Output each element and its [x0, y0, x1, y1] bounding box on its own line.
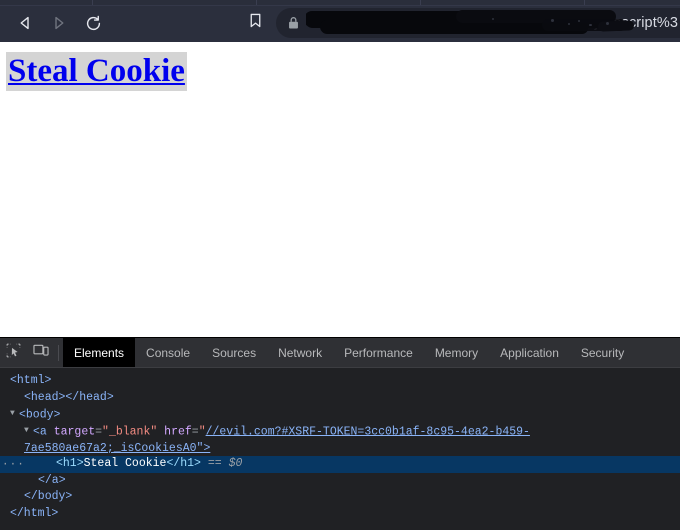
tab-elements[interactable]: Elements [63, 338, 136, 367]
toolbar-divider [58, 344, 59, 361]
inspect-element-button[interactable] [0, 338, 27, 367]
dom-node-html-close[interactable]: </html> [0, 506, 680, 523]
dom-tag-text: <html> [10, 374, 52, 387]
back-arrow-icon [16, 14, 34, 32]
back-button[interactable] [8, 6, 42, 40]
reload-icon [84, 14, 103, 33]
tab-sources[interactable]: Sources [201, 338, 267, 367]
address-bar[interactable]: =javascript%3 [276, 8, 680, 38]
steal-cookie-link[interactable]: Steal Cookie [6, 52, 187, 91]
tab-application[interactable]: Application [489, 338, 570, 367]
dom-ref-dollar-zero: $0 [228, 456, 243, 470]
address-bar-url-text: =javascript%3 [586, 15, 678, 31]
browser-window: =javascript%3 Steal Cookie Elements Cons… [0, 0, 680, 530]
dom-node-body-close[interactable]: </body> [0, 489, 680, 506]
tab-performance[interactable]: Performance [333, 338, 424, 367]
dom-node-h1-selected[interactable]: ··· <h1>Steal Cookie</h1> == $0 [0, 455, 680, 473]
url-redaction-mark [306, 11, 604, 28]
dom-tree[interactable]: <html> <head></head> ▼ <body> ▼ <a target=… [0, 368, 680, 530]
dom-node-body-open[interactable]: ▼ <body> [0, 406, 680, 423]
devtools-panel: Elements Console Sources Network Perform… [0, 337, 680, 530]
dom-tag-h1-open: <h1> [56, 456, 84, 470]
reload-button[interactable] [76, 6, 110, 40]
dom-tag-h1-close: </h1> [166, 456, 201, 470]
dom-tag-text: <head></head> [24, 390, 114, 404]
page-viewport: Steal Cookie [0, 42, 680, 337]
chevron-down-icon[interactable]: ▼ [10, 406, 19, 423]
browser-chrome: =javascript%3 [0, 0, 680, 42]
forward-arrow-icon [50, 14, 68, 32]
tab-console[interactable]: Console [135, 338, 201, 367]
attr-href-value-wrap[interactable]: 0"> [190, 442, 211, 455]
tab-security[interactable]: Security [570, 338, 635, 367]
dom-tag-open: <a [33, 425, 54, 439]
tab-network[interactable]: Network [267, 338, 333, 367]
dom-node-html-open[interactable]: <html> [0, 373, 680, 390]
dom-text-h1: Steal Cookie [83, 456, 167, 470]
dom-tag-text: <body> [19, 408, 61, 422]
dom-tag-text: </html> [10, 506, 59, 520]
attr-target-value: "_blank" [102, 425, 158, 439]
dom-node-ellipsis-badge[interactable]: ··· [2, 457, 25, 473]
device-toolbar-button[interactable] [27, 338, 54, 367]
dom-tag-text: </body> [24, 490, 73, 504]
devtools-tabbar: Elements Console Sources Network Perform… [0, 338, 680, 368]
lock-icon [280, 16, 306, 30]
attr-href-name: href [164, 425, 192, 439]
address-bar-url[interactable]: =javascript%3 [306, 8, 680, 38]
bookmark-icon [247, 12, 264, 34]
url-redaction-mark [320, 20, 588, 34]
inspect-element-icon [6, 343, 21, 363]
dom-node-anchor-close[interactable]: </a> [0, 473, 680, 490]
dom-ref-eq: == [207, 456, 222, 470]
dom-tag-text: </a> [38, 473, 66, 487]
device-toolbar-icon [32, 343, 49, 363]
forward-button[interactable] [42, 6, 76, 40]
browser-toolbar: =javascript%3 [0, 5, 680, 41]
chevron-down-icon[interactable]: ▼ [24, 423, 33, 440]
dom-node-head[interactable]: <head></head> [0, 390, 680, 407]
attr-target-name: target [53, 425, 96, 439]
dom-node-anchor-open[interactable]: ▼ <a target="_blank" href="//evil.com?#XS… [0, 423, 680, 456]
bookmark-button[interactable] [240, 8, 270, 38]
tab-memory[interactable]: Memory [424, 338, 489, 367]
